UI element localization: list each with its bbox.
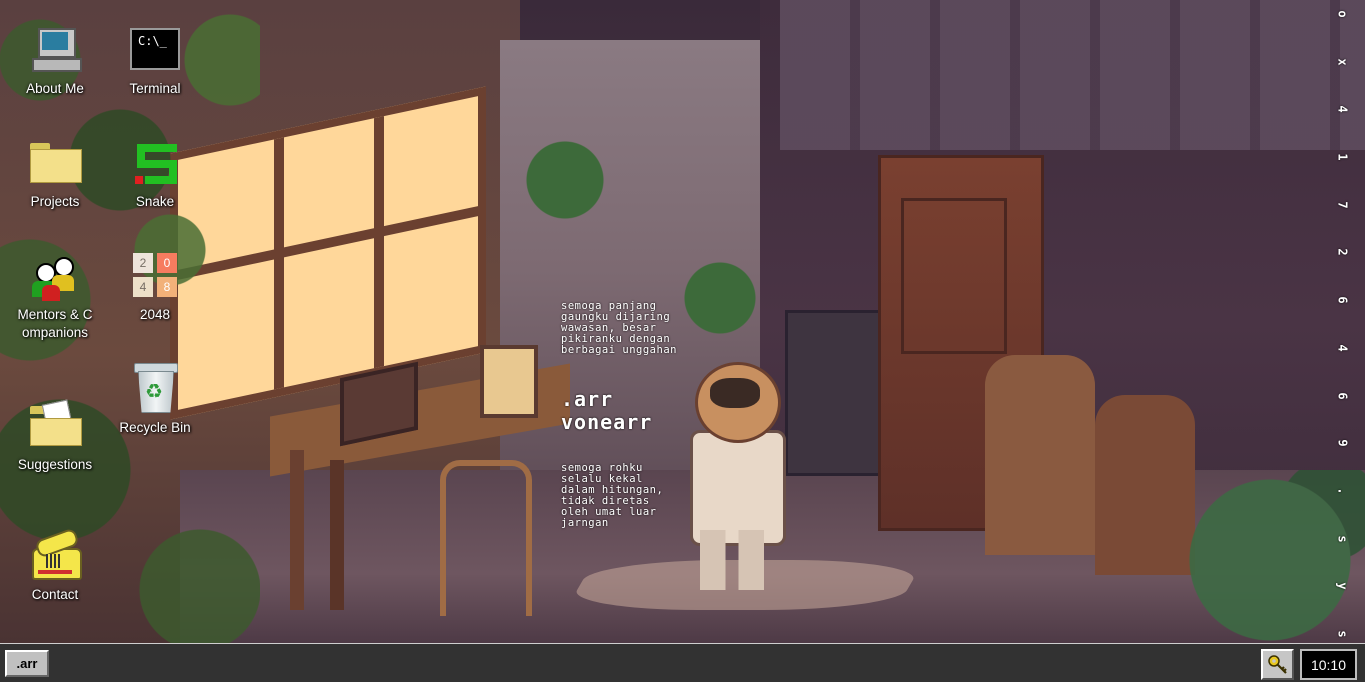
desktop-icon-about-me[interactable]: About Me xyxy=(9,22,101,98)
desktop-icon-label: Mentors & Companions xyxy=(17,307,93,340)
side-char: 2 xyxy=(1335,248,1350,257)
side-char: x xyxy=(1335,58,1350,66)
taskbar-clock: 10:10 xyxy=(1300,649,1357,680)
folder-with-paper-icon xyxy=(28,398,82,452)
snake-icon xyxy=(128,135,182,189)
desktop-icon-recycle-bin[interactable]: ♻ Recycle Bin xyxy=(109,361,201,437)
start-button[interactable]: .arr xyxy=(5,650,49,677)
taskbar: .arr 10:10 xyxy=(0,643,1365,682)
desktop-icon-label: Snake xyxy=(135,194,175,209)
side-char: 6 xyxy=(1335,296,1350,304)
recycle-bin-icon: ♻ xyxy=(128,361,182,415)
people-icon xyxy=(28,248,82,302)
poem-top-text: semoga panjang gaungku dijaring wawasan,… xyxy=(561,300,677,356)
desktop-icon-label: Contact xyxy=(31,587,79,602)
desktop-icon-contact[interactable]: Contact xyxy=(9,527,101,604)
tray-key-button[interactable] xyxy=(1261,649,1294,680)
side-char: 4 xyxy=(1335,344,1350,352)
terminal-icon: C:\_ xyxy=(128,22,182,76)
side-char: s xyxy=(1335,630,1350,638)
folder-icon xyxy=(28,135,82,189)
desktop-icon-label: Projects xyxy=(30,194,80,209)
key-icon xyxy=(1267,654,1287,674)
desktop-icon-label: Suggestions xyxy=(17,457,93,472)
poem-name-title: .arr vonearr xyxy=(561,387,653,434)
side-char: . xyxy=(1335,487,1350,495)
side-char: s xyxy=(1335,534,1350,543)
desktop-icon-label: 2048 xyxy=(139,307,171,322)
side-char: 7 xyxy=(1335,201,1350,209)
side-char: o xyxy=(1335,10,1350,18)
desktop-icon-label: About Me xyxy=(26,81,84,96)
poem-bottom-text: semoga rohku selalu kekal dalam hitungan… xyxy=(561,462,664,529)
2048-icon: 2 0 4 8 xyxy=(128,248,182,302)
desktop-icon-2048[interactable]: 2 0 4 8 2048 xyxy=(109,248,201,324)
desktop-icon-suggestions[interactable]: Suggestions xyxy=(9,398,101,474)
side-vertical-text: o x 4 1 7 2 6 4 6 9 . s y s xyxy=(1335,6,1351,642)
side-char: y xyxy=(1335,582,1350,590)
desktop-icon-terminal[interactable]: C:\_ Terminal xyxy=(109,22,201,98)
desktop-icon-label: Recycle Bin xyxy=(119,420,191,435)
desktop-icon-mentors-companions[interactable]: Mentors & Companions xyxy=(9,248,101,342)
desktop-icon-label: Terminal xyxy=(129,81,181,96)
side-char: 9 xyxy=(1335,439,1350,447)
desktop-wallpaper xyxy=(0,0,1365,643)
desktop-icon-snake[interactable]: Snake xyxy=(109,135,201,211)
telephone-icon xyxy=(28,527,82,582)
side-char: 4 xyxy=(1335,105,1350,113)
side-char: 6 xyxy=(1335,391,1350,400)
computer-icon xyxy=(28,22,82,76)
desktop-icon-projects[interactable]: Projects xyxy=(9,135,101,211)
side-char: 1 xyxy=(1335,153,1350,161)
